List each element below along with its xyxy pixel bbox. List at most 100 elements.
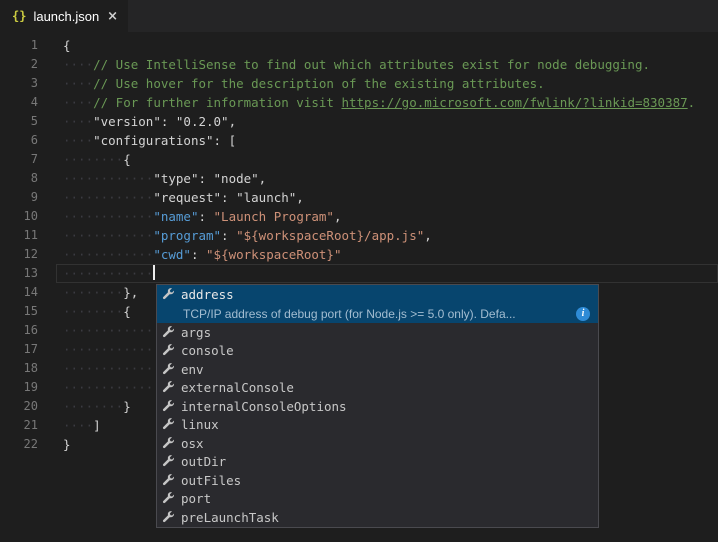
code-text: ············"name": "Launch Program", <box>38 207 341 226</box>
code-token: } <box>123 399 131 414</box>
code-token: https://go.microsoft.com/fwlink/?linkid=… <box>341 95 687 110</box>
wrench-icon <box>162 511 175 524</box>
whitespace-dots: ···· <box>63 418 93 433</box>
whitespace-dots: ············ <box>63 342 153 357</box>
close-icon[interactable]: × <box>107 9 118 24</box>
wrench-icon <box>162 474 175 487</box>
suggestion-item[interactable]: outDir <box>157 453 598 472</box>
code-line[interactable]: 13············ <box>0 264 718 283</box>
line-number: 15 <box>0 302 38 321</box>
code-token: // Use IntelliSense to find out which at… <box>93 57 650 72</box>
code-text: ····"configurations": [ <box>38 131 236 150</box>
suggestion-item[interactable]: outFiles <box>157 471 598 490</box>
whitespace-dots: ········ <box>63 304 123 319</box>
code-token: "${workspaceRoot}/app.js" <box>236 228 424 243</box>
code-token: "${workspaceRoot}" <box>206 247 341 262</box>
suggestion-item[interactable]: console <box>157 342 598 361</box>
code-token: . <box>688 95 696 110</box>
code-text: ····// For further information visit htt… <box>38 93 695 112</box>
code-line[interactable]: 3····// Use hover for the description of… <box>0 74 718 93</box>
suggestion-item[interactable]: preLaunchTask <box>157 508 598 527</box>
suggestion-label: internalConsoleOptions <box>181 399 347 414</box>
code-token: : <box>191 247 206 262</box>
whitespace-dots: ············ <box>63 209 153 224</box>
suggestion-label: linux <box>181 417 219 432</box>
line-number: 8 <box>0 169 38 188</box>
code-token: // For further information visit <box>93 95 341 110</box>
suggestion-item[interactable]: linux <box>157 416 598 435</box>
code-text: ············ <box>38 359 153 378</box>
line-number: 9 <box>0 188 38 207</box>
whitespace-dots: ···· <box>63 114 93 129</box>
code-token: "name" <box>153 209 198 224</box>
code-token: "program" <box>153 228 221 243</box>
code-line[interactable]: 10············"name": "Launch Program", <box>0 207 718 226</box>
suggestion-item-selected[interactable]: address TCP/IP address of debug port (fo… <box>157 285 598 323</box>
suggestion-label: address <box>181 287 234 302</box>
whitespace-dots: ············ <box>63 323 153 338</box>
code-line[interactable]: 8············"type": "node", <box>0 169 718 188</box>
code-text: ········{ <box>38 302 131 321</box>
line-number: 19 <box>0 378 38 397</box>
code-text: ············ <box>38 321 153 340</box>
info-icon[interactable]: i <box>576 307 590 321</box>
code-text: } <box>38 435 71 454</box>
suggestion-label: console <box>181 343 234 358</box>
line-number: 3 <box>0 74 38 93</box>
wrench-icon <box>162 363 175 376</box>
line-number: 7 <box>0 150 38 169</box>
code-line[interactable]: 11············"program": "${workspaceRoo… <box>0 226 718 245</box>
tab-title: launch.json <box>33 9 99 24</box>
suggestion-label: osx <box>181 436 204 451</box>
code-text: ····// Use IntelliSense to find out whic… <box>38 55 650 74</box>
code-text: ············ <box>38 264 155 283</box>
whitespace-dots: ············ <box>63 190 153 205</box>
suggestion-item[interactable]: externalConsole <box>157 379 598 398</box>
code-token: { <box>123 304 131 319</box>
code-token: { <box>123 152 131 167</box>
json-file-icon: {} <box>12 9 26 23</box>
code-line[interactable]: 4····// For further information visit ht… <box>0 93 718 112</box>
suggestion-list: args console envexternalConsole internalCon… <box>157 323 598 527</box>
code-token: "request": "launch", <box>153 190 304 205</box>
code-text: ············"program": "${workspaceRoot}… <box>38 226 432 245</box>
line-number: 21 <box>0 416 38 435</box>
whitespace-dots: ············ <box>63 266 153 281</box>
whitespace-dots: ········ <box>63 152 123 167</box>
line-number: 2 <box>0 55 38 74</box>
wrench-icon <box>162 418 175 431</box>
code-token: , <box>334 209 342 224</box>
suggestion-description: TCP/IP address of debug port (for Node.j… <box>183 307 576 321</box>
code-text: { <box>38 36 71 55</box>
text-cursor <box>153 265 155 280</box>
code-text: ············"request": "launch", <box>38 188 304 207</box>
wrench-icon <box>162 288 175 301</box>
code-line[interactable]: 2····// Use IntelliSense to find out whi… <box>0 55 718 74</box>
code-line[interactable]: 12············"cwd": "${workspaceRoot}" <box>0 245 718 264</box>
suggestion-item[interactable]: port <box>157 490 598 509</box>
code-token: , <box>424 228 432 243</box>
suggestion-item[interactable]: osx <box>157 434 598 453</box>
code-line[interactable]: 7 ········{ <box>0 150 718 169</box>
tab-launch-json[interactable]: {} launch.json × <box>0 0 128 32</box>
tab-bar: {} launch.json × <box>0 0 718 32</box>
suggestion-item[interactable]: internalConsoleOptions <box>157 397 598 416</box>
whitespace-dots: ···· <box>63 57 93 72</box>
code-token: "configurations": [ <box>93 133 236 148</box>
code-line[interactable]: 6····"configurations": [ <box>0 131 718 150</box>
suggestion-item[interactable]: env <box>157 360 598 379</box>
suggestion-item[interactable]: args <box>157 323 598 342</box>
whitespace-dots: ···· <box>63 76 93 91</box>
line-number: 18 <box>0 359 38 378</box>
code-line[interactable]: 5····"version": "0.2.0", <box>0 112 718 131</box>
wrench-icon <box>162 344 175 357</box>
code-text: ············ <box>38 378 153 397</box>
line-number: 11 <box>0 226 38 245</box>
code-line[interactable]: 9············"request": "launch", <box>0 188 718 207</box>
suggestion-label: port <box>181 491 211 506</box>
code-line[interactable]: 1{ <box>0 36 718 55</box>
code-text: ········}, <box>38 283 138 302</box>
suggestion-label: externalConsole <box>181 380 294 395</box>
suggestion-label: args <box>181 325 211 340</box>
suggestion-label: outFiles <box>181 473 241 488</box>
